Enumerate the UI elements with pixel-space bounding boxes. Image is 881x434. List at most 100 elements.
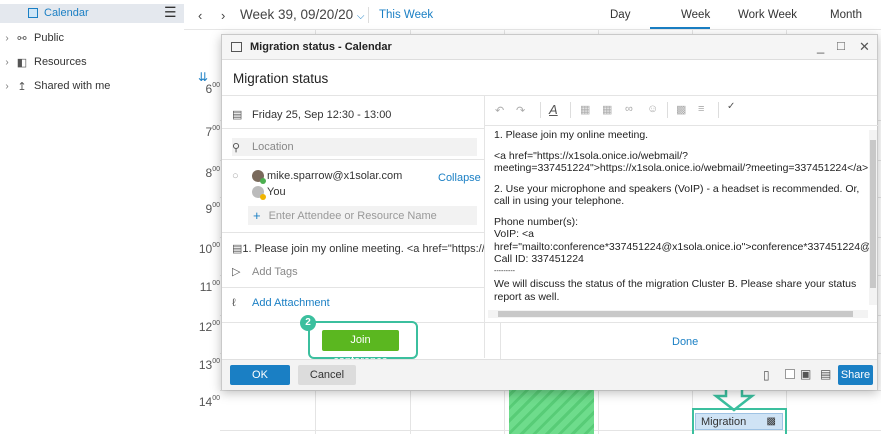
tab-work-week[interactable]: Work Week bbox=[738, 9, 797, 21]
cancel-button[interactable]: Cancel bbox=[298, 365, 356, 385]
trash-icon[interactable]: ▯ bbox=[763, 368, 770, 382]
close-icon[interactable]: ✕ bbox=[859, 39, 870, 55]
tab-week[interactable]: Week bbox=[681, 9, 710, 21]
editor-hscrollbar[interactable] bbox=[488, 310, 868, 318]
plus-icon: + bbox=[253, 208, 261, 223]
chevron-right-icon[interactable]: › bbox=[0, 33, 14, 44]
add-attachment-link: Add Attachment bbox=[252, 297, 330, 309]
divider bbox=[222, 128, 484, 129]
tag-icon: ▷ bbox=[232, 266, 241, 278]
spellcheck-icon[interactable]: ✓ bbox=[727, 101, 735, 112]
shared-icon: ↥ bbox=[17, 80, 27, 93]
redo-icon[interactable]: ↷ bbox=[516, 104, 525, 117]
editor-line: <a href="https://x1sola.onice.io/webmail… bbox=[494, 149, 869, 175]
tab-day[interactable]: Day bbox=[610, 9, 630, 21]
description-preview[interactable]: ▤ 1. Please join my online meeting. <a h… bbox=[232, 242, 484, 256]
tags-row[interactable]: ▷ Add Tags bbox=[232, 265, 298, 279]
subject-field[interactable]: Migration status bbox=[233, 71, 328, 86]
paperclip-icon: ℓ bbox=[232, 297, 236, 309]
hour-label: 700 bbox=[205, 125, 220, 139]
sidebar-item-shared[interactable]: › ↥ Shared with me bbox=[0, 77, 184, 95]
emoji-icon[interactable]: ☺ bbox=[647, 103, 658, 115]
divider bbox=[222, 287, 484, 288]
dialog-footer: OK Cancel ▯ ▣ ▤ Share bbox=[222, 359, 877, 390]
step-badge: 2 bbox=[300, 315, 316, 331]
align-icon[interactable]: ≡ bbox=[698, 103, 704, 115]
attendee-input[interactable]: + Enter Attendee or Resource Name bbox=[248, 206, 477, 225]
globe-icon: ⚯ bbox=[17, 32, 27, 45]
avatar bbox=[252, 170, 266, 184]
datetime-row[interactable]: ▤ Friday 25, Sep 12:30 - 13:00 bbox=[232, 108, 391, 122]
this-week-link[interactable]: This Week bbox=[379, 9, 433, 21]
font-color-icon[interactable]: A bbox=[549, 102, 558, 117]
editor-line: 2. Use your microphone and speakers (VoI… bbox=[494, 182, 860, 208]
table-icon[interactable]: ▦ bbox=[602, 103, 612, 116]
checkbox[interactable] bbox=[785, 369, 795, 379]
hour-label: 800 bbox=[205, 166, 220, 180]
document-icon: ▤ bbox=[232, 243, 243, 255]
editor-scrollbar[interactable] bbox=[869, 130, 877, 305]
calendar-square-icon bbox=[28, 8, 38, 18]
hour-label: 600 bbox=[205, 82, 220, 96]
lock-icon[interactable]: ▣ bbox=[800, 367, 811, 381]
sidebar-item-label: Resources bbox=[34, 56, 87, 68]
event-block[interactable] bbox=[509, 385, 594, 434]
prev-week-icon[interactable]: ‹ bbox=[198, 8, 202, 23]
maximize-icon[interactable]: □ bbox=[837, 38, 845, 53]
add-attachment-row[interactable]: ℓ Add Attachment bbox=[232, 297, 330, 309]
hour-label: 1200 bbox=[198, 320, 220, 334]
cancel-label: Cancel bbox=[309, 369, 345, 381]
join-conference-button[interactable]: Join conference bbox=[322, 330, 399, 367]
resources-icon: ◧ bbox=[16, 56, 28, 69]
done-button[interactable]: Done bbox=[672, 336, 698, 348]
location-pin-icon: ⚲ bbox=[232, 141, 241, 154]
week-label: Week 39, 09/20/20 bbox=[240, 7, 354, 22]
link-icon[interactable]: ∞ bbox=[625, 103, 633, 115]
editor-line: Phone number(s): bbox=[494, 215, 579, 228]
clear-format-icon[interactable]: ▩ bbox=[676, 103, 686, 116]
badge-number: 2 bbox=[305, 317, 311, 328]
editor-line: Call ID: 337451224 bbox=[494, 253, 584, 265]
divider bbox=[368, 7, 369, 23]
avatar bbox=[252, 186, 266, 200]
sidebar-item-label: Calendar bbox=[44, 7, 89, 19]
attendee-placeholder: Enter Attendee or Resource Name bbox=[268, 209, 437, 222]
undo-icon[interactable]: ↶ bbox=[495, 104, 504, 117]
ok-label: OK bbox=[252, 369, 268, 381]
image-icon[interactable]: ▦ bbox=[580, 103, 590, 116]
ok-button[interactable]: OK bbox=[230, 365, 290, 385]
week-selector[interactable]: Week 39, 09/20/20 ⌵ bbox=[240, 7, 364, 22]
sidebar-item-calendar[interactable]: Calendar ☰ bbox=[0, 4, 184, 23]
print-icon[interactable]: ▤ bbox=[820, 367, 831, 381]
editor-line: 1. Please join my online meeting. bbox=[494, 129, 649, 141]
description-editor[interactable]: 1. Please join my online meeting. <a hre… bbox=[494, 129, 872, 307]
editor-line: --------- bbox=[494, 267, 515, 275]
next-week-icon[interactable]: › bbox=[221, 8, 225, 23]
hour-label: 1300 bbox=[198, 358, 220, 372]
divider bbox=[222, 159, 484, 160]
chevron-right-icon[interactable]: › bbox=[0, 81, 14, 92]
calendar-icon bbox=[231, 42, 242, 52]
share-button[interactable]: Share bbox=[838, 365, 873, 385]
hamburger-icon[interactable]: ☰ bbox=[164, 4, 177, 21]
calendar-icon: ▤ bbox=[232, 109, 243, 121]
attendee-name: mike.sparrow@x1solar.com bbox=[267, 170, 403, 182]
collapse-link[interactable]: Collapse bbox=[438, 172, 481, 184]
share-label: Share bbox=[840, 369, 871, 381]
person-icon: ○ bbox=[232, 170, 239, 182]
sidebar: Calendar ☰ › ⚯ Public › ◧ Resources › ↥ … bbox=[0, 0, 184, 434]
attendee-row[interactable]: ○ mike.sparrow@x1solar.com bbox=[232, 170, 403, 184]
attendee-row[interactable]: You bbox=[252, 186, 286, 200]
sidebar-item-resources[interactable]: › ◧ Resources bbox=[0, 53, 184, 71]
minimize-icon[interactable]: _ bbox=[817, 39, 824, 54]
location-input[interactable]: ⚲ Location bbox=[232, 138, 477, 156]
hour-label: 1100 bbox=[199, 280, 220, 294]
divider bbox=[222, 232, 484, 233]
description-text: 1. Please join my online meeting. <a hre… bbox=[242, 242, 484, 255]
editor-toolbar: ↶ ↷ A ▦ ▦ ∞ ☺ ▩ ≡ ✓ bbox=[485, 96, 878, 126]
chevron-right-icon[interactable]: › bbox=[0, 57, 14, 68]
tab-month[interactable]: Month bbox=[830, 9, 862, 21]
calendar-toolbar: ‹ › Week 39, 09/20/20 ⌵ This Week Day We… bbox=[184, 0, 881, 30]
sidebar-item-public[interactable]: › ⚯ Public bbox=[0, 29, 184, 47]
editor-line: We will discuss the status of the migrat… bbox=[494, 278, 857, 303]
